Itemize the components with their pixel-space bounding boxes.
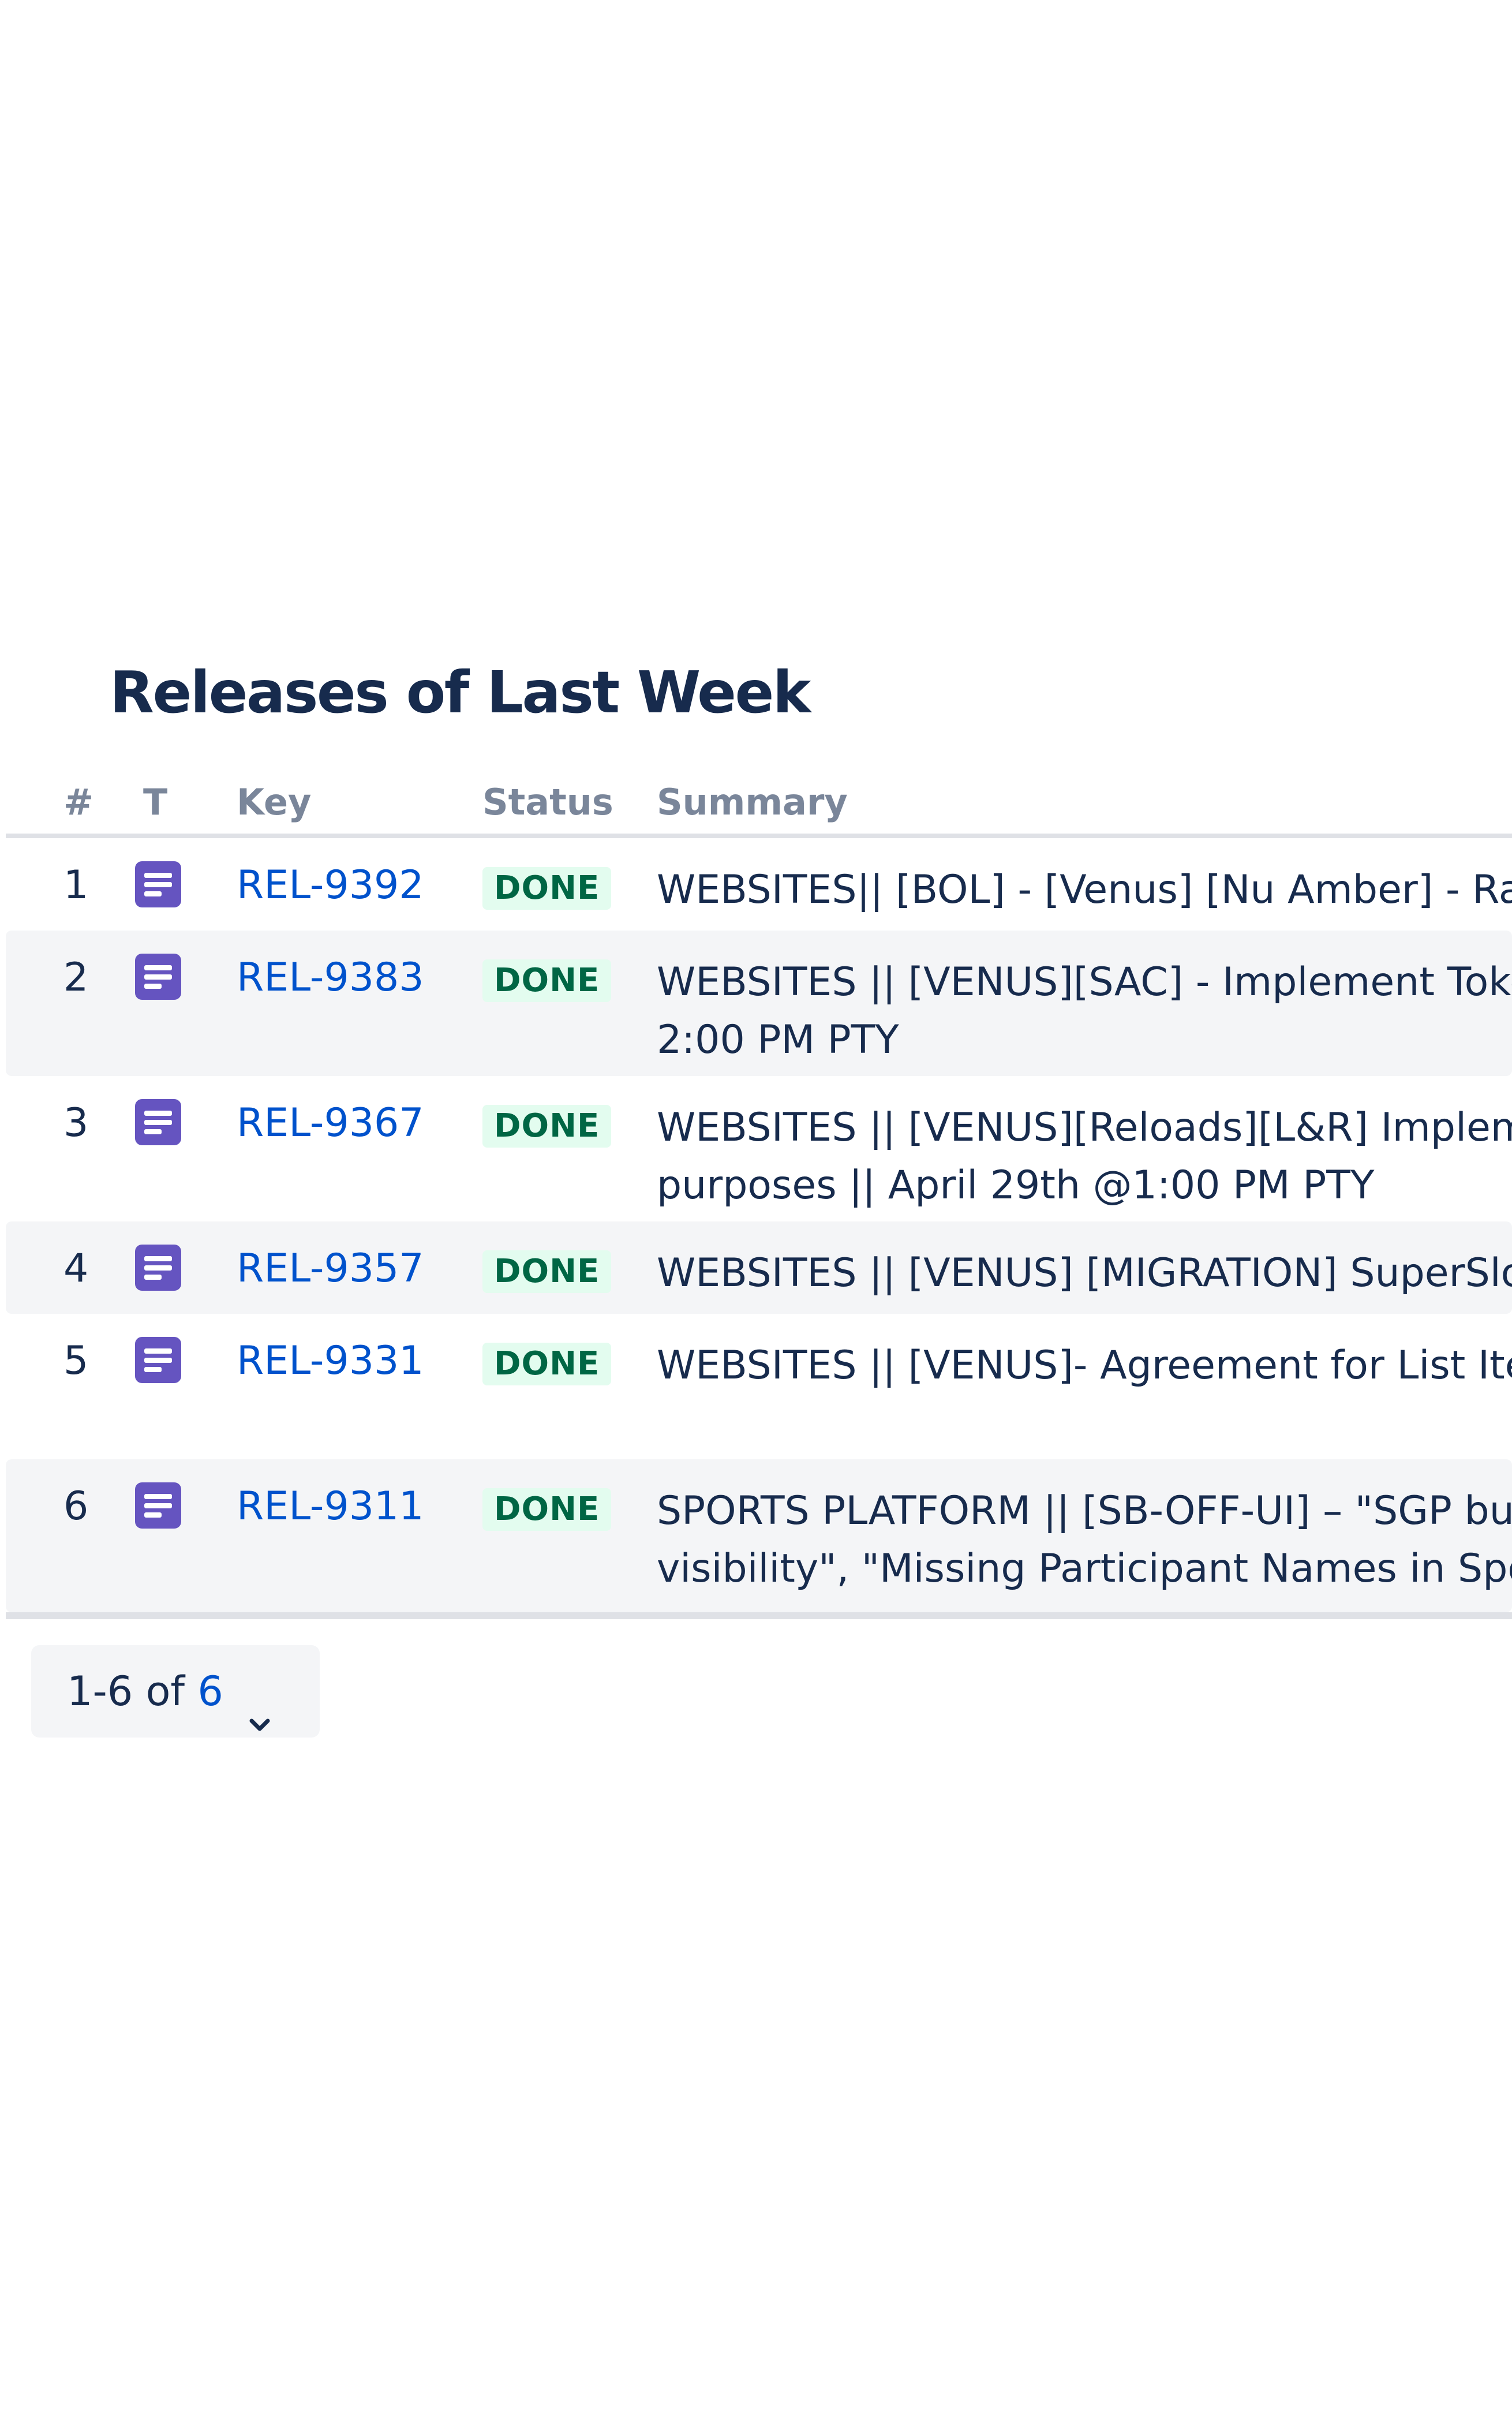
row-number: 1: [63, 862, 89, 908]
page-title: Releases of Last Week: [110, 659, 811, 726]
status-badge: DONE: [482, 959, 612, 1002]
issue-key-link[interactable]: REL-9357: [237, 1245, 424, 1293]
row-number: 4: [63, 1246, 89, 1291]
table-bottom-divider: [6, 1612, 1512, 1619]
status-badge: DONE: [482, 1250, 612, 1293]
issue-key-link[interactable]: REL-9311: [237, 1482, 424, 1531]
story-icon: [133, 1482, 184, 1529]
table-row: 4 REL-9357 DONE WEBSITES || [VENUS] [MIG…: [6, 1221, 1512, 1314]
table-header: # T Key Status Summary: [6, 762, 1512, 838]
issue-summary[interactable]: WEBSITES || [VENUS][SAC] - Implement Tok…: [657, 954, 1512, 1069]
issue-summary[interactable]: WEBSITES|| [BOL] - [Venus] [Nu Amber] - …: [657, 861, 1512, 919]
table-row: 2 REL-9383 DONE WEBSITES || [VENUS][SAC]…: [6, 931, 1512, 1076]
table-row: 3 REL-9367 DONE WEBSITES || [VENUS][Relo…: [6, 1076, 1512, 1221]
issues-table: # T Key Status Summary 1 REL-9392 DONE W…: [6, 762, 1512, 1628]
status-badge: DONE: [482, 1488, 612, 1531]
story-icon: [133, 861, 184, 907]
pagination-total: 6: [197, 1668, 223, 1715]
column-header-number[interactable]: #: [63, 779, 93, 825]
status-badge: DONE: [482, 1105, 612, 1148]
status-badge: DONE: [482, 1343, 612, 1385]
row-number: 3: [63, 1100, 89, 1146]
chevron-down-icon[interactable]: [246, 1679, 274, 1731]
row-number: 2: [63, 955, 89, 1000]
story-icon: [133, 1245, 184, 1291]
status-badge: DONE: [482, 867, 612, 910]
story-icon: [133, 954, 184, 1000]
issue-summary[interactable]: SPORTS PLATFORM || [SB-OFF-UI] – "SGP bu…: [657, 1482, 1512, 1598]
row-number: 6: [63, 1484, 89, 1529]
issue-key-link[interactable]: REL-9331: [237, 1337, 424, 1385]
issue-key-link[interactable]: REL-9383: [237, 954, 424, 1002]
pagination-range: 1-6 of: [67, 1668, 198, 1715]
issue-key-link[interactable]: REL-9392: [237, 861, 424, 910]
table-row: 5 REL-9331 DONE WEBSITES || [VENUS]- Agr…: [6, 1314, 1512, 1459]
column-header-status[interactable]: Status: [482, 779, 613, 825]
column-header-summary[interactable]: Summary: [657, 779, 848, 825]
row-number: 5: [63, 1338, 89, 1384]
column-header-key[interactable]: Key: [237, 779, 311, 825]
issue-summary[interactable]: WEBSITES || [VENUS] [MIGRATION] SuperSlo…: [657, 1245, 1512, 1302]
pagination-dropdown[interactable]: 1-6 of 6: [31, 1645, 320, 1738]
story-icon: [133, 1337, 184, 1383]
issue-summary[interactable]: WEBSITES || [VENUS][Reloads][L&R] Implem…: [657, 1099, 1512, 1215]
issue-summary[interactable]: WEBSITES || [VENUS]- Agreement for List …: [657, 1337, 1512, 1395]
issue-key-link[interactable]: REL-9367: [237, 1099, 424, 1148]
story-icon: [133, 1099, 184, 1145]
table-row: 6 REL-9311 DONE SPORTS PLATFORM || [SB-O…: [6, 1459, 1512, 1612]
table-row: 1 REL-9392 DONE WEBSITES|| [BOL] - [Venu…: [6, 838, 1512, 931]
column-header-type[interactable]: T: [143, 779, 167, 825]
